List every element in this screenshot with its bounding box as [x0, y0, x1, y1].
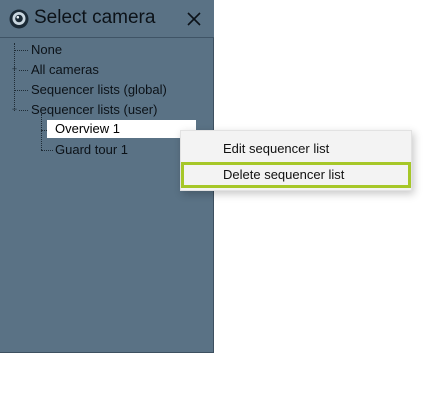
delete-sequencer-list-menu-item[interactable]: Delete sequencer list — [181, 162, 411, 188]
camera-icon — [9, 9, 29, 29]
window-title: Select camera — [34, 7, 156, 28]
tree-connector — [14, 50, 28, 51]
tree-item-all-cameras[interactable]: All cameras — [31, 61, 99, 79]
tree-item-none[interactable]: None — [31, 41, 62, 59]
tree-connector — [14, 43, 15, 111]
expand-plus-icon[interactable]: + — [11, 65, 18, 74]
tree-connector — [19, 70, 28, 71]
tree-item-guard-tour-1[interactable]: Guard tour 1 — [55, 141, 128, 159]
edit-sequencer-list-menu-item[interactable]: Edit sequencer list — [181, 136, 411, 162]
tree-connector — [41, 150, 53, 151]
title-bar: Select camera — [0, 0, 214, 38]
context-menu: Edit sequencer list Delete sequencer lis… — [180, 130, 412, 191]
collapse-minus-icon[interactable]: − — [11, 105, 18, 114]
tree-connector — [19, 110, 28, 111]
tree-connector — [14, 90, 28, 91]
tree-item-sequencer-lists-user[interactable]: Sequencer lists (user) — [31, 101, 157, 119]
tree-connector — [41, 114, 42, 150]
close-icon[interactable] — [184, 9, 204, 29]
tree-item-sequencer-lists-global[interactable]: Sequencer lists (global) — [31, 81, 167, 99]
tree-item-overview-1[interactable]: Overview 1 — [47, 120, 196, 138]
